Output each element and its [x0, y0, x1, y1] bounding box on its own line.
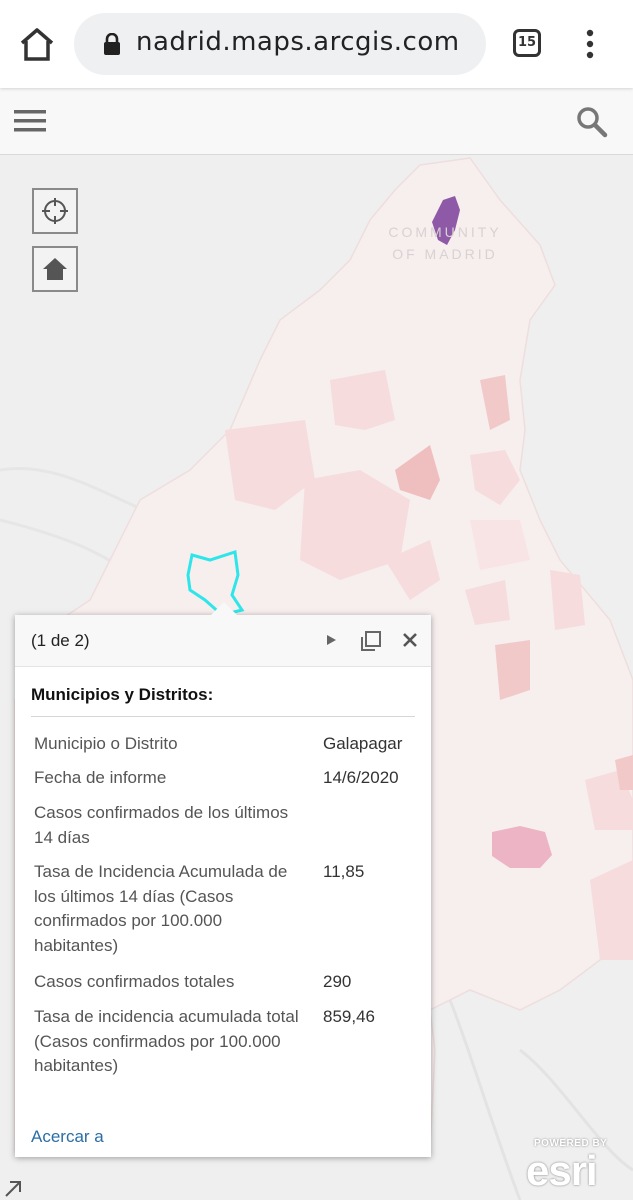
- attribute-value: Galapagar: [323, 734, 403, 753]
- region-label: COMMUNITY OF MADRID: [345, 221, 545, 265]
- lock-icon: [104, 33, 120, 55]
- default-extent-button[interactable]: [32, 246, 78, 292]
- popup-feature-count: (1 de 2): [31, 631, 90, 650]
- popup-title: Municipios y Distritos:: [31, 685, 214, 704]
- home-icon[interactable]: [18, 26, 56, 62]
- attribute-value: 859,46: [323, 1007, 375, 1026]
- attribute-label: Fecha de informe: [34, 768, 167, 787]
- feature-popup: (1 de 2) Municipios y Distritos: Municip…: [15, 602, 431, 1157]
- esri-logo: esri: [526, 1147, 598, 1194]
- crosshair-icon: [42, 198, 68, 224]
- dock-popup-icon[interactable]: [360, 630, 382, 652]
- home-icon: [43, 258, 67, 280]
- locate-button[interactable]: [32, 188, 78, 234]
- next-feature-icon[interactable]: [324, 633, 338, 647]
- municipality-shade: [550, 570, 585, 630]
- attribute-label: Municipio o Distrito: [34, 734, 178, 753]
- more-options-icon[interactable]: [580, 28, 600, 60]
- divider: [31, 716, 415, 717]
- app-header: [0, 88, 633, 155]
- zoom-to-link[interactable]: Acercar a: [31, 1127, 104, 1147]
- attribute-label: Tasa de incidencia acumulada total (Caso…: [34, 1007, 299, 1075]
- municipality-shade: [330, 370, 395, 430]
- attribute-value: 14/6/2020: [323, 768, 399, 787]
- high-incidence-municipality: [492, 826, 552, 868]
- attribute-label: Tasa de Incidencia Acumulada de los últi…: [34, 862, 288, 955]
- popup-header: (1 de 2): [15, 615, 431, 667]
- popup-pointer: [210, 602, 238, 616]
- address-bar[interactable]: nadrid.maps.arcgis.com: [74, 13, 486, 75]
- municipality-shade: [495, 640, 530, 700]
- region-label-line1: COMMUNITY: [388, 224, 502, 240]
- expand-arrow-icon[interactable]: [2, 1176, 26, 1200]
- region-label-line2: OF MADRID: [392, 246, 498, 262]
- tab-switcher-button[interactable]: 15: [513, 29, 541, 57]
- url-text: nadrid.maps.arcgis.com: [136, 27, 460, 57]
- menu-icon[interactable]: [14, 108, 46, 134]
- attribute-value: 11,85: [323, 862, 365, 881]
- attribute-label: Casos confirmados de los últimos 14 días: [34, 803, 289, 847]
- close-icon[interactable]: [402, 632, 418, 648]
- attribute-value: 290: [323, 972, 352, 991]
- browser-toolbar: nadrid.maps.arcgis.com 15: [0, 0, 633, 88]
- attribute-label: Casos confirmados totales: [34, 972, 235, 991]
- esri-attribution[interactable]: POWERED BY esri: [526, 1135, 622, 1195]
- search-icon[interactable]: [576, 106, 608, 138]
